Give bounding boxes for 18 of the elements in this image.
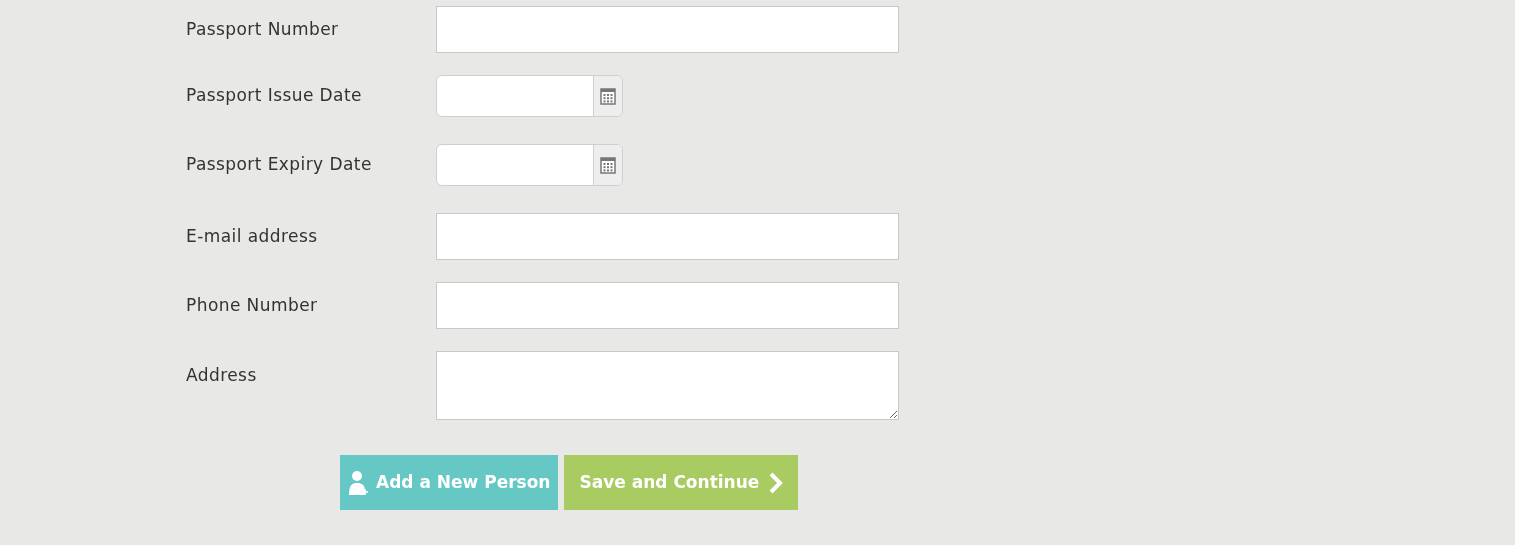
add-person-button[interactable]: Add a New Person <box>340 455 559 510</box>
field-label: Passport Issue Date <box>186 84 363 108</box>
field-label: Passport Expiry Date <box>186 153 373 177</box>
text-field[interactable] <box>436 6 899 53</box>
address-field[interactable] <box>436 351 899 420</box>
date-field[interactable] <box>436 144 623 186</box>
text-field[interactable] <box>436 213 899 260</box>
field-label: Passport Number <box>186 17 340 41</box>
text-field[interactable] <box>436 282 899 329</box>
field-label: E-mail address <box>186 224 319 248</box>
save-continue-button[interactable]: Save and Continue <box>564 455 799 510</box>
field-label: Phone Number <box>186 293 319 317</box>
chevron-right-icon <box>769 471 784 494</box>
calendar-icon <box>600 87 616 105</box>
field-label: Address <box>186 364 258 387</box>
date-field[interactable] <box>436 75 623 117</box>
calendar-icon <box>600 156 616 174</box>
add-person-icon <box>348 468 370 497</box>
